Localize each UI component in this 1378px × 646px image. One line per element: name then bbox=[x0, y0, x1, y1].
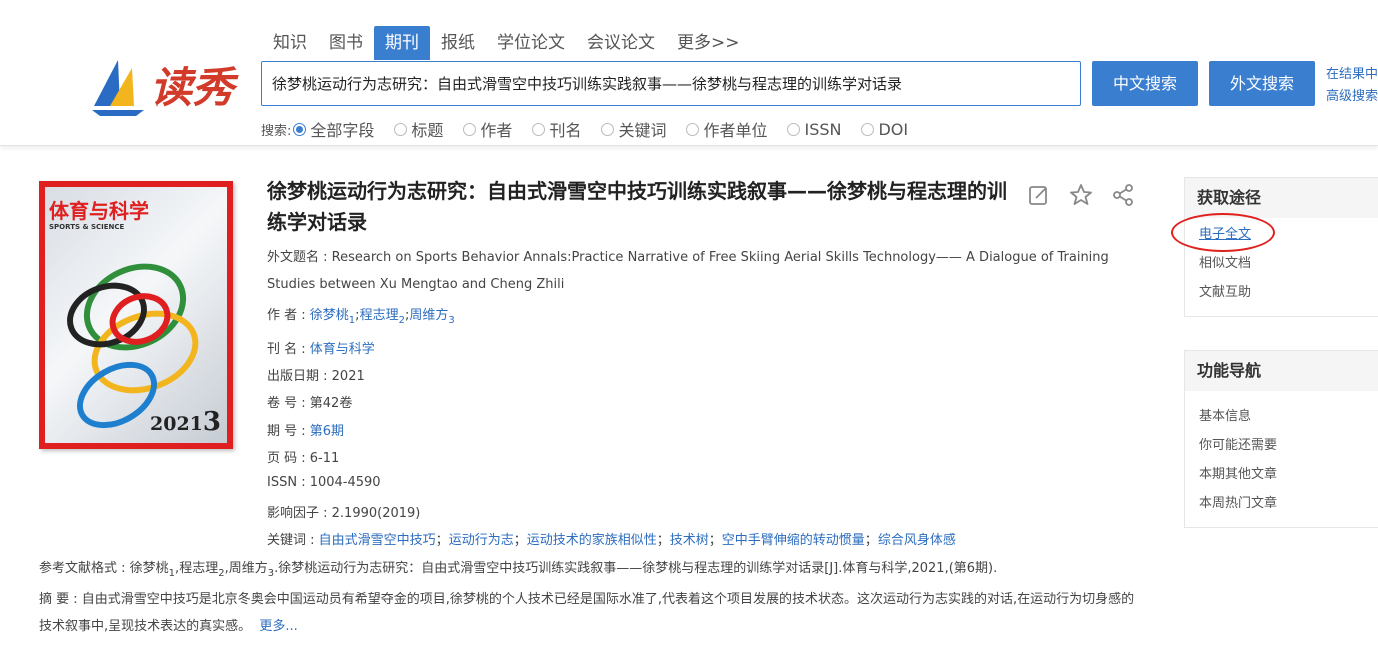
field-author[interactable]: 作者 bbox=[463, 117, 512, 141]
impact-row: 影响因子 : 2.1990(2019) bbox=[267, 506, 421, 521]
nav-basic-info[interactable]: 基本信息 bbox=[1185, 402, 1378, 431]
tab-theses[interactable]: 学位论文 bbox=[486, 26, 576, 60]
journal-link[interactable]: 体育与科学 bbox=[310, 342, 375, 357]
volume-row: 卷 号 : 第42卷 bbox=[267, 396, 353, 411]
similar-docs-link[interactable]: 相似文档 bbox=[1185, 249, 1378, 278]
chinese-search-button[interactable]: 中文搜索 bbox=[1092, 61, 1198, 106]
radio-icon bbox=[463, 122, 477, 136]
logo-text: 读秀 bbox=[150, 63, 235, 112]
radio-icon bbox=[532, 122, 546, 136]
share-icon[interactable] bbox=[1111, 183, 1135, 207]
author-link[interactable]: 周维方3 bbox=[409, 308, 454, 326]
radio-icon bbox=[787, 122, 801, 136]
field-affiliation[interactable]: 作者单位 bbox=[686, 117, 767, 141]
sailboat-icon bbox=[92, 60, 144, 116]
field-doi[interactable]: DOI bbox=[861, 120, 908, 139]
journal-cover-image: 体育与科学 SPORTS & SCIENCE 20213 bbox=[39, 181, 233, 449]
cover-subtitle: SPORTS & SCIENCE bbox=[49, 223, 125, 231]
category-tabs: 知识 图书 期刊 报纸 学位论文 会议论文 更多>> bbox=[262, 26, 751, 60]
search-input[interactable] bbox=[261, 61, 1081, 106]
issn-row: ISSN : 1004-4590 bbox=[267, 475, 381, 490]
fields-label: 搜索: bbox=[261, 123, 292, 139]
keyword-link[interactable]: 自由式滑雪空中技巧 bbox=[319, 533, 436, 548]
radio-icon bbox=[861, 122, 875, 136]
journal-row: 刊 名 : 体育与科学 bbox=[267, 342, 375, 357]
keyword-link[interactable]: 空中手臂伸缩的转动惯量 bbox=[722, 533, 865, 548]
access-panel-title: 获取途径 bbox=[1185, 178, 1378, 218]
feature-nav-panel: 功能导航 基本信息 你可能还需要 本期其他文章 本周热门文章 bbox=[1184, 350, 1378, 528]
doc-assistance-link[interactable]: 文献互助 bbox=[1185, 278, 1378, 307]
nav-hot-articles[interactable]: 本周热门文章 bbox=[1185, 489, 1378, 518]
article-actions bbox=[1027, 183, 1135, 207]
pages-row: 页 码 : 6-11 bbox=[267, 451, 340, 466]
keyword-link[interactable]: 综合风身体感 bbox=[878, 533, 956, 548]
tab-journals[interactable]: 期刊 bbox=[374, 26, 430, 60]
citation-row: 参考文献格式 : 徐梦桃1,程志理2,周维方3.徐梦桃运动行为志研究：自由式滑雪… bbox=[39, 561, 998, 579]
radio-checked-icon bbox=[293, 122, 307, 136]
keyword-link[interactable]: 运动技术的家族相似性 bbox=[527, 533, 657, 548]
duxiu-logo[interactable]: 读秀 bbox=[88, 50, 240, 116]
radio-icon bbox=[394, 122, 408, 136]
abstract-row: 摘 要 : 自由式滑雪空中技巧是北京冬奥会中国运动员有希望夺金的项目,徐梦桃的个… bbox=[39, 592, 1135, 634]
highlight-circle bbox=[1171, 213, 1275, 252]
author-link[interactable]: 徐梦桃1 bbox=[310, 308, 355, 326]
keyword-link[interactable]: 运动行为志 bbox=[449, 533, 514, 548]
header: 读秀 知识 图书 期刊 报纸 学位论文 会议论文 更多>> 中文搜索 外文搜索 … bbox=[0, 0, 1378, 146]
keyword-link[interactable]: 技术树 bbox=[670, 533, 709, 548]
author-link[interactable]: 程志理2 bbox=[360, 308, 405, 326]
field-journal[interactable]: 刊名 bbox=[532, 117, 581, 141]
field-all[interactable]: 全部字段 bbox=[293, 117, 374, 141]
keywords-row: 关键词 : 自由式滑雪空中技巧；运动行为志；运动技术的家族相似性；技术树；空中手… bbox=[267, 533, 956, 548]
radio-icon bbox=[686, 122, 700, 136]
authors-row: 作 者 : 徐梦桃1;程志理2;周维方3 bbox=[267, 308, 455, 326]
tab-newspapers[interactable]: 报纸 bbox=[430, 26, 486, 60]
article-title: 徐梦桃运动行为志研究：自由式滑雪空中技巧训练实践叙事——徐梦桃与程志理的训练学对… bbox=[267, 179, 1007, 234]
date-row: 出版日期 : 2021 bbox=[267, 369, 365, 384]
search-side-links: 在结果中 高级搜索 bbox=[1326, 64, 1378, 108]
foreign-title-row: 外文题名 : Research on Sports Behavior Annal… bbox=[267, 250, 1109, 292]
foreign-title: Research on Sports Behavior Annals:Pract… bbox=[267, 250, 1109, 292]
feature-nav-title: 功能导航 bbox=[1185, 351, 1378, 391]
cover-year-issue: 20213 bbox=[150, 407, 221, 437]
tab-more[interactable]: 更多>> bbox=[666, 26, 751, 60]
abstract-text: 自由式滑雪空中技巧是北京冬奥会中国运动员有希望夺金的项目,徐梦桃的个人技术已经是… bbox=[39, 592, 1135, 634]
nav-other-articles[interactable]: 本期其他文章 bbox=[1185, 460, 1378, 489]
tab-conference-papers[interactable]: 会议论文 bbox=[576, 26, 666, 60]
issue-link[interactable]: 第6期 bbox=[310, 424, 344, 439]
nav-you-may-need[interactable]: 你可能还需要 bbox=[1185, 431, 1378, 460]
field-issn[interactable]: ISSN bbox=[787, 120, 841, 139]
search-in-results-link[interactable]: 在结果中 bbox=[1326, 64, 1378, 86]
foreign-search-button[interactable]: 外文搜索 bbox=[1209, 61, 1315, 106]
tab-knowledge[interactable]: 知识 bbox=[262, 26, 318, 60]
cover-title: 体育与科学 bbox=[49, 199, 149, 223]
radio-icon bbox=[601, 122, 615, 136]
star-favorite-icon[interactable] bbox=[1069, 183, 1093, 207]
tab-books[interactable]: 图书 bbox=[318, 26, 374, 60]
more-link[interactable]: 更多... bbox=[259, 619, 297, 634]
search-field-options: 搜索: 全部字段 标题 作者 刊名 关键词 作者单位 ISSN DOI bbox=[261, 117, 928, 141]
issue-row: 期 号 : 第6期 bbox=[267, 424, 345, 439]
advanced-search-link[interactable]: 高级搜索 bbox=[1326, 86, 1378, 108]
edit-note-icon[interactable] bbox=[1027, 183, 1051, 207]
field-keyword[interactable]: 关键词 bbox=[601, 117, 666, 141]
field-title[interactable]: 标题 bbox=[394, 117, 443, 141]
